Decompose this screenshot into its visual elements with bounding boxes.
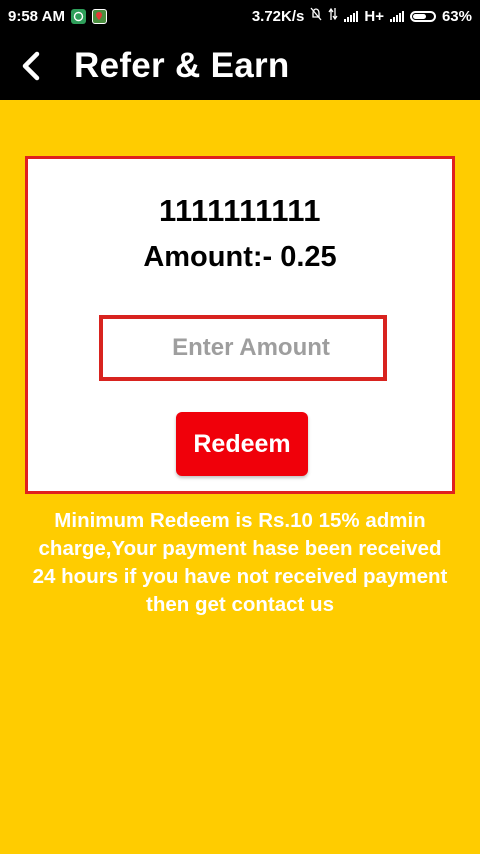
- status-time: 9:58 AM: [8, 7, 65, 25]
- page-title: Refer & Earn: [74, 46, 290, 85]
- mute-icon: [310, 7, 322, 25]
- redeem-button[interactable]: Redeem: [176, 412, 308, 476]
- info-line: 24 hours if you have not received paymen…: [32, 565, 448, 588]
- data-arrows-icon: [328, 7, 338, 25]
- account-number: 1111111111: [158, 193, 321, 228]
- status-left: 9:58 AM: [8, 8, 107, 25]
- signal-icon-2: [389, 10, 404, 22]
- status-bar: 9:58 AM 3.72K/s H+ 63%: [0, 0, 480, 32]
- back-button[interactable]: [0, 32, 60, 100]
- redeem-card: 1111111111 Amount:- 0.25 Redeem: [25, 156, 455, 494]
- info-line: charge,Your payment hase been received: [38, 537, 442, 560]
- info-line: then get contact us: [146, 593, 334, 616]
- battery-icon: [409, 10, 436, 22]
- chevron-left-icon: [22, 51, 40, 81]
- amount-balance: Amount:- 0.25: [143, 241, 337, 273]
- status-right: 3.72K/s H+ 63%: [252, 7, 472, 25]
- network-type: H+: [364, 7, 384, 25]
- signal-icon: [344, 10, 359, 22]
- info-text: Minimum Redeem is Rs.10 15% admin charge…: [0, 507, 480, 619]
- maps-icon: [91, 8, 107, 24]
- whatsapp-icon: [70, 8, 86, 24]
- amount-input[interactable]: [99, 315, 387, 381]
- network-speed: 3.72K/s: [251, 7, 305, 25]
- battery-percent: 63%: [441, 7, 472, 25]
- info-line: Minimum Redeem is Rs.10 15% admin: [54, 509, 426, 532]
- toolbar: Refer & Earn: [0, 32, 480, 100]
